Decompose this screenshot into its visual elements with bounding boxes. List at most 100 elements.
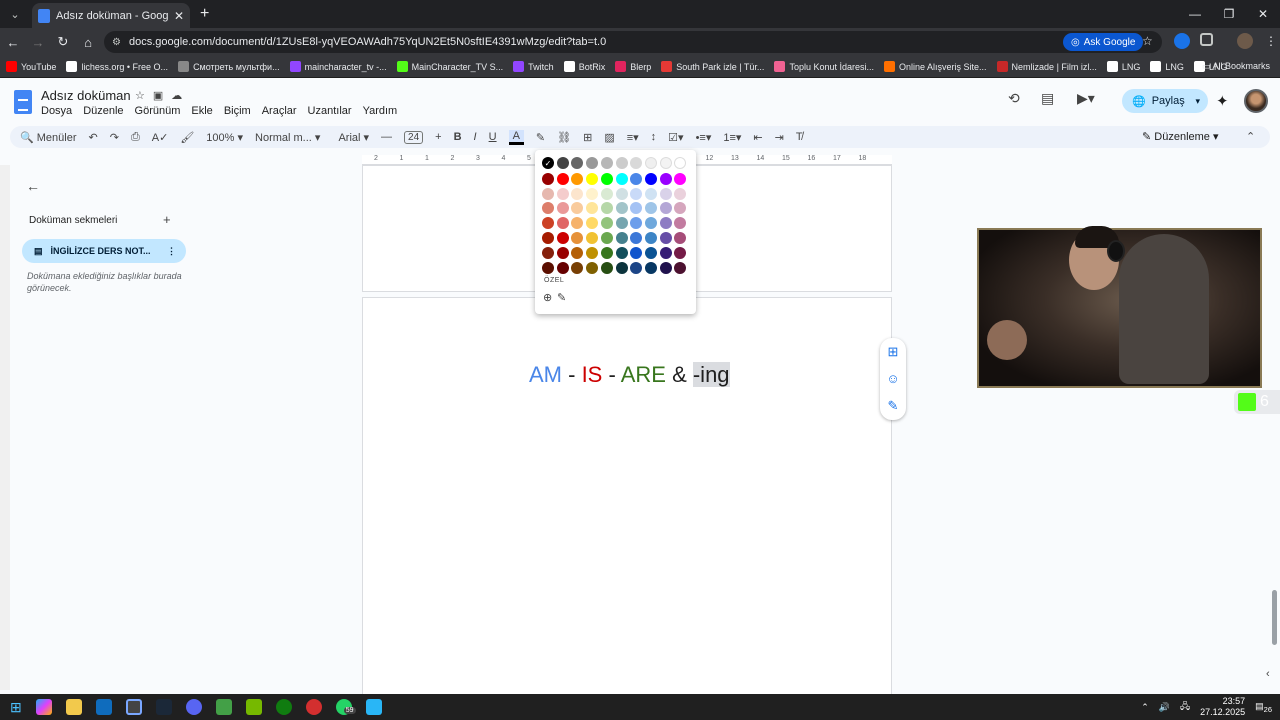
color-swatch[interactable] bbox=[571, 246, 584, 259]
color-swatch[interactable] bbox=[644, 202, 657, 215]
volume-icon[interactable]: 🔊 bbox=[1159, 702, 1170, 713]
color-swatch[interactable] bbox=[615, 261, 628, 274]
bookmark-item[interactable]: BotRix bbox=[563, 61, 605, 72]
move-folder-icon[interactable]: ▣ bbox=[153, 89, 163, 102]
bookmark-item[interactable]: MainCharacter_TV S... bbox=[396, 61, 503, 72]
color-swatch[interactable] bbox=[659, 217, 672, 230]
extensions-puzzle-icon[interactable] bbox=[1200, 33, 1213, 46]
color-swatch[interactable] bbox=[542, 246, 554, 259]
bookmark-item[interactable]: lichess.org • Free O... bbox=[66, 61, 168, 72]
increase-indent-icon[interactable]: ⇥ bbox=[775, 131, 784, 144]
font-select[interactable]: Arial ▾ bbox=[338, 131, 369, 144]
color-swatch[interactable] bbox=[571, 261, 584, 274]
color-swatch[interactable] bbox=[556, 172, 569, 185]
color-swatch[interactable] bbox=[600, 261, 613, 274]
document-word[interactable]: AM bbox=[529, 362, 562, 387]
document-text[interactable]: AM - IS - ARE & -ing bbox=[529, 362, 730, 388]
new-tab-button[interactable]: + bbox=[200, 5, 209, 23]
color-swatch[interactable] bbox=[644, 157, 657, 169]
italic-icon[interactable]: I bbox=[474, 131, 477, 143]
color-swatch[interactable] bbox=[659, 202, 672, 215]
menu-item[interactable]: Araçlar bbox=[262, 105, 297, 117]
color-swatch[interactable] bbox=[630, 246, 643, 259]
print-icon[interactable]: ⎙ bbox=[131, 131, 140, 144]
network-icon[interactable]: 🖧 bbox=[1180, 699, 1190, 715]
highlight-icon[interactable]: ✎ bbox=[536, 131, 545, 144]
color-swatch[interactable] bbox=[556, 261, 569, 274]
color-swatch[interactable] bbox=[674, 157, 687, 169]
add-comment-float-icon[interactable]: ⊞ bbox=[888, 344, 899, 360]
swatch-selected-black[interactable]: ✓ bbox=[542, 157, 554, 169]
discord-icon[interactable] bbox=[185, 699, 202, 715]
color-swatch[interactable] bbox=[586, 172, 599, 185]
color-swatch[interactable] bbox=[630, 261, 643, 274]
color-swatch[interactable] bbox=[630, 187, 643, 200]
color-swatch[interactable] bbox=[630, 217, 643, 230]
line-spacing-icon[interactable]: ↕ bbox=[651, 131, 657, 143]
bookmark-item[interactable]: Online Alışveriş Site... bbox=[884, 61, 987, 72]
copilot-icon[interactable] bbox=[35, 699, 52, 715]
site-info-icon[interactable]: ⚙ bbox=[112, 37, 121, 48]
bold-icon[interactable]: B bbox=[454, 131, 462, 143]
color-swatch[interactable] bbox=[571, 202, 584, 215]
back-arrow-icon[interactable]: ← bbox=[26, 178, 40, 194]
document-word[interactable]: - bbox=[602, 362, 620, 387]
share-dropdown-icon[interactable]: ▾ bbox=[1195, 96, 1200, 107]
add-custom-color-icon[interactable]: ⊕ bbox=[543, 291, 552, 304]
color-swatch[interactable] bbox=[630, 202, 643, 215]
extension-icon[interactable] bbox=[1174, 33, 1190, 49]
outlook-icon[interactable] bbox=[95, 699, 112, 715]
comments-icon[interactable]: ▤ bbox=[1041, 90, 1054, 107]
color-swatch[interactable] bbox=[630, 172, 643, 185]
share-button[interactable]: 🌐 Paylaş ▾ bbox=[1122, 89, 1208, 113]
color-swatch[interactable] bbox=[600, 217, 613, 230]
color-swatch[interactable] bbox=[571, 157, 584, 169]
restore-button[interactable]: ❐ bbox=[1212, 7, 1246, 21]
spellcheck-icon[interactable]: A✓ bbox=[152, 131, 169, 144]
color-swatch[interactable] bbox=[630, 232, 643, 244]
home-button[interactable]: ⌂ bbox=[76, 35, 100, 50]
color-swatch[interactable] bbox=[615, 202, 628, 215]
bookmark-item[interactable]: YouTube bbox=[6, 61, 56, 72]
document-word[interactable]: & bbox=[666, 362, 693, 387]
insert-image-icon[interactable]: ▨ bbox=[604, 131, 614, 144]
menu-item[interactable]: Uzantılar bbox=[308, 105, 352, 117]
eyedropper-icon[interactable]: ✎ bbox=[557, 291, 566, 304]
color-swatch[interactable] bbox=[542, 202, 554, 215]
editing-mode-select[interactable]: ✎ Düzenleme ▾ bbox=[1142, 130, 1219, 143]
back-button[interactable]: ← bbox=[1, 35, 25, 50]
color-swatch[interactable] bbox=[571, 232, 584, 244]
bookmark-item[interactable]: LNG bbox=[1106, 61, 1140, 72]
color-swatch[interactable] bbox=[674, 232, 687, 244]
color-swatch[interactable] bbox=[659, 187, 672, 200]
emoji-reaction-icon[interactable]: ☺ bbox=[886, 371, 899, 386]
menu-item[interactable]: Görünüm bbox=[135, 105, 181, 117]
document-title[interactable]: Adsız doküman bbox=[41, 88, 131, 103]
close-window-button[interactable]: ✕ bbox=[1246, 7, 1280, 21]
color-swatch[interactable] bbox=[542, 261, 554, 274]
decrease-font-size-button[interactable]: — bbox=[381, 131, 392, 143]
tab-close-icon[interactable]: ✕ bbox=[174, 9, 184, 23]
selected-text[interactable]: -ing bbox=[692, 362, 730, 387]
style-select[interactable]: Normal m... ▾ bbox=[255, 131, 320, 144]
color-swatch[interactable] bbox=[556, 246, 569, 259]
insert-link-icon[interactable]: ⛓ bbox=[557, 131, 571, 144]
menu-item[interactable]: Dosya bbox=[41, 105, 72, 117]
color-swatch[interactable] bbox=[630, 157, 643, 169]
docs-logo-icon[interactable] bbox=[14, 90, 32, 114]
color-swatch[interactable] bbox=[644, 217, 657, 230]
color-swatch[interactable] bbox=[600, 157, 613, 169]
windows-start-icon[interactable]: ⊞ bbox=[10, 699, 22, 716]
color-swatch[interactable] bbox=[615, 246, 628, 259]
color-swatch[interactable] bbox=[542, 232, 554, 244]
add-comment-icon[interactable]: ⊞ bbox=[583, 131, 592, 144]
color-swatch[interactable] bbox=[644, 246, 657, 259]
color-swatch[interactable] bbox=[659, 261, 672, 274]
bookmark-item[interactable]: Nemlizade | Film izl... bbox=[996, 61, 1097, 72]
notifications-icon[interactable]: ▤26 bbox=[1255, 701, 1272, 714]
steam-icon[interactable] bbox=[155, 699, 172, 715]
menu-item[interactable]: Düzenle bbox=[83, 105, 123, 117]
color-swatch[interactable] bbox=[674, 246, 687, 259]
star-icon[interactable]: ☆ bbox=[135, 89, 145, 102]
align-icon[interactable]: ≡▾ bbox=[627, 131, 639, 144]
